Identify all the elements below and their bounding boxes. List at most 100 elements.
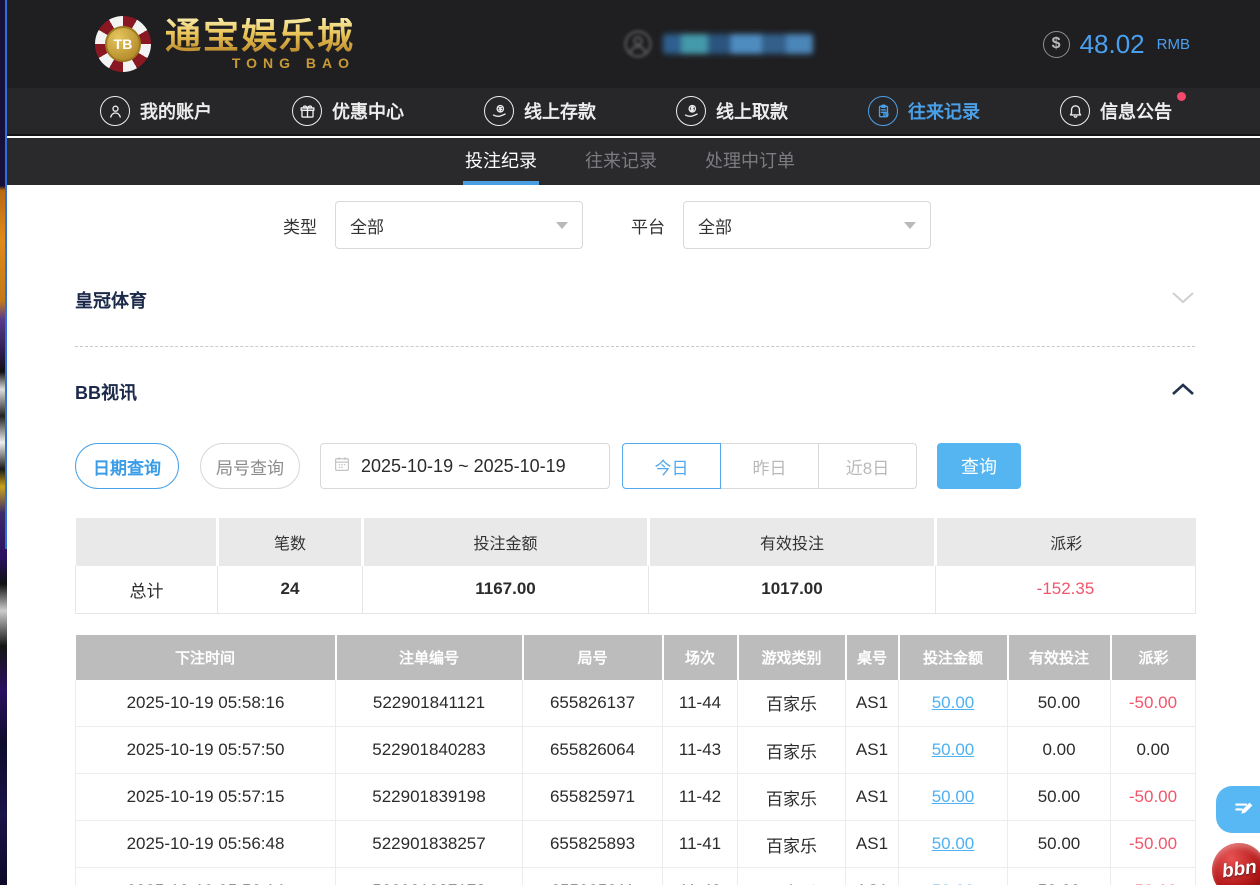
col-table-no: 桌号 bbox=[846, 635, 899, 680]
nav-label: 我的账户 bbox=[140, 98, 212, 124]
search-button[interactable]: 查询 bbox=[937, 443, 1021, 489]
nav-item-my-account[interactable]: 我的账户 bbox=[100, 96, 212, 126]
chevron-down-icon bbox=[556, 222, 568, 229]
platform-select[interactable]: 全部 bbox=[683, 201, 931, 249]
cell-table-no: AS1 bbox=[846, 680, 899, 727]
section-crown-sports[interactable]: 皇冠体育 bbox=[75, 287, 1195, 313]
quick-range-group: 今日 昨日 近8日 bbox=[622, 443, 917, 489]
platform-select-value: 全部 bbox=[698, 213, 732, 238]
col-payout: 派彩 bbox=[1111, 635, 1196, 680]
cell-session: 11-43 bbox=[663, 727, 738, 774]
nav-item-withdraw[interactable]: 线上取款 bbox=[676, 96, 788, 126]
bet-table-body: 2025-10-19 05:58:16522901841121655826137… bbox=[76, 680, 1196, 885]
nav-item-records[interactable]: 往来记录 bbox=[868, 96, 980, 126]
summary-valid-bet: 1017.00 bbox=[649, 566, 936, 613]
cell-bet-time: 2025-10-19 05:56:48 bbox=[76, 821, 336, 868]
nav-item-promotions[interactable]: 优惠中心 bbox=[292, 96, 404, 126]
main-nav: 我的账户 优惠中心 线上存款 线上取款 往来记录 bbox=[0, 88, 1260, 136]
nav-item-deposit[interactable]: 线上存款 bbox=[484, 96, 596, 126]
col-round-no: 局号 bbox=[523, 635, 663, 680]
cell-bet-time: 2025-10-19 05:58:16 bbox=[76, 680, 336, 727]
table-row: 2025-10-19 05:56:14522901837173655825811… bbox=[76, 868, 1196, 885]
section-bb-video[interactable]: BB视讯 bbox=[75, 379, 1195, 405]
date-query-button[interactable]: 日期查询 bbox=[75, 443, 179, 489]
cell-valid-bet: 50.00 bbox=[1008, 774, 1111, 821]
section-divider bbox=[75, 346, 1195, 347]
customer-service-button[interactable] bbox=[1216, 786, 1260, 833]
cell-bet-time: 2025-10-19 05:56:14 bbox=[76, 868, 336, 885]
edit-note-icon bbox=[1232, 797, 1258, 823]
bbn-logo-label: bbn bbox=[1220, 857, 1258, 884]
today-button[interactable]: 今日 bbox=[622, 443, 721, 489]
query-row: 日期查询 局号查询 2025-10-19 ~ 2025-10-19 今日 昨日 … bbox=[75, 443, 1195, 489]
cell-payout: 0.00 bbox=[1111, 727, 1196, 774]
summary-bet-amount: 1167.00 bbox=[363, 566, 649, 613]
type-select[interactable]: 全部 bbox=[335, 201, 583, 249]
cell-game-type: 百家乐 bbox=[738, 774, 846, 821]
tab-bet-records[interactable]: 投注纪录 bbox=[463, 138, 539, 185]
date-range-value: 2025-10-19 ~ 2025-10-19 bbox=[361, 456, 566, 477]
chevron-up-icon[interactable] bbox=[1171, 383, 1195, 401]
bet-amount-link[interactable]: 50.00 bbox=[932, 834, 975, 853]
cell-payout: -50.00 bbox=[1111, 868, 1196, 885]
nav-label: 信息公告 bbox=[1100, 98, 1172, 124]
cell-table-no: AS1 bbox=[846, 774, 899, 821]
cell-bet-amount: 50.00 bbox=[899, 680, 1008, 727]
sub-tabbar: 投注纪录 往来记录 处理中订单 bbox=[0, 138, 1260, 185]
balance-amount: 48.02 bbox=[1080, 29, 1145, 60]
section-title: BB视讯 bbox=[75, 379, 137, 405]
cell-game-type: 百家乐 bbox=[738, 680, 846, 727]
cell-game-type: 百家乐 bbox=[738, 727, 846, 774]
cell-payout: -50.00 bbox=[1111, 821, 1196, 868]
balance[interactable]: $ 48.02 RMB bbox=[1043, 29, 1190, 60]
chevron-down-icon bbox=[904, 222, 916, 229]
nav-label: 线上取款 bbox=[716, 98, 788, 124]
cell-round-no: 655825893 bbox=[523, 821, 663, 868]
user-zone[interactable] bbox=[623, 29, 813, 59]
cell-round-no: 655825971 bbox=[523, 774, 663, 821]
cell-payout: -50.00 bbox=[1111, 774, 1196, 821]
last8days-button[interactable]: 近8日 bbox=[818, 443, 917, 489]
coin-icon: $ bbox=[1043, 31, 1070, 58]
summary-payout: -152.35 bbox=[936, 566, 1196, 613]
nav-item-announcements[interactable]: 信息公告 bbox=[1060, 96, 1172, 126]
brand-name-en: TONG BAO bbox=[232, 56, 355, 70]
summary-header-payout: 派彩 bbox=[936, 518, 1196, 566]
deposit-icon bbox=[484, 96, 514, 126]
table-row: 2025-10-19 05:57:50522901840283655826064… bbox=[76, 727, 1196, 774]
chip-logo-icon: TB bbox=[95, 16, 151, 72]
tab-pending-orders[interactable]: 处理中订单 bbox=[703, 138, 797, 185]
bet-amount-link[interactable]: 50.00 bbox=[932, 787, 975, 806]
cell-payout: -50.00 bbox=[1111, 680, 1196, 727]
summary-header-count: 笔数 bbox=[218, 518, 363, 566]
nav-label: 优惠中心 bbox=[332, 98, 404, 124]
bet-amount-link[interactable]: 50.00 bbox=[932, 693, 975, 712]
bet-table-header-row: 下注时间 注单编号 局号 场次 游戏类别 桌号 投注金额 有效投注 派彩 bbox=[76, 635, 1196, 680]
brand-logo[interactable]: TB 通宝娱乐城 TONG BAO bbox=[95, 16, 355, 72]
cell-order-no: 522901841121 bbox=[336, 680, 523, 727]
date-range-input[interactable]: 2025-10-19 ~ 2025-10-19 bbox=[320, 443, 610, 489]
user-icon bbox=[100, 96, 130, 126]
bet-amount-link[interactable]: 50.00 bbox=[932, 881, 975, 885]
type-filter-label: 类型 bbox=[283, 213, 317, 238]
cell-bet-amount: 50.00 bbox=[899, 868, 1008, 885]
col-valid-bet: 有效投注 bbox=[1008, 635, 1111, 680]
bet-amount-link[interactable]: 50.00 bbox=[932, 740, 975, 759]
left-edge-strip bbox=[0, 0, 7, 885]
filter-row: 类型 全部 平台 全部 bbox=[75, 201, 1195, 249]
round-query-button[interactable]: 局号查询 bbox=[200, 443, 300, 489]
cell-round-no: 655826064 bbox=[523, 727, 663, 774]
cell-session: 11-40 bbox=[663, 868, 738, 885]
yesterday-button[interactable]: 昨日 bbox=[720, 443, 819, 489]
cell-session: 11-44 bbox=[663, 680, 738, 727]
cell-valid-bet: 50.00 bbox=[1008, 680, 1111, 727]
cell-table-no: AS1 bbox=[846, 727, 899, 774]
tab-transaction-records[interactable]: 往来记录 bbox=[583, 138, 659, 185]
bbn-logo-button[interactable]: bbn bbox=[1212, 843, 1260, 885]
cell-bet-amount: 50.00 bbox=[899, 821, 1008, 868]
cell-valid-bet: 50.00 bbox=[1008, 868, 1111, 885]
chevron-down-icon[interactable] bbox=[1171, 291, 1195, 309]
cell-table-no: AS1 bbox=[846, 868, 899, 885]
bell-icon bbox=[1060, 96, 1090, 126]
cell-round-no: 655826137 bbox=[523, 680, 663, 727]
